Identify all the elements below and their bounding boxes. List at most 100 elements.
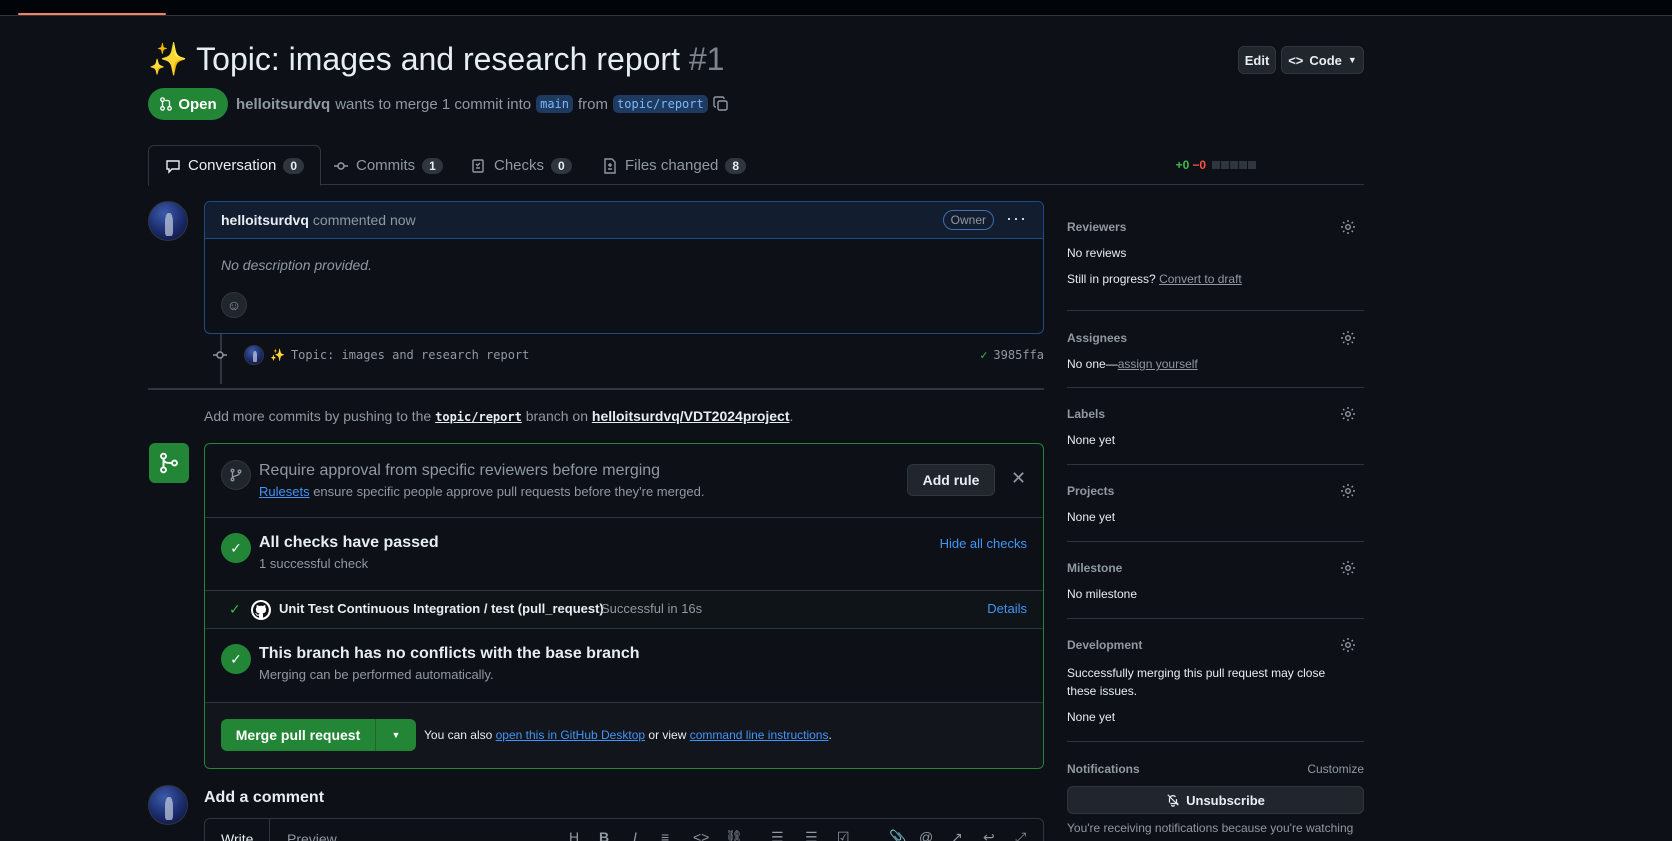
commit-icon: [213, 351, 227, 359]
head-branch[interactable]: topic/report: [613, 95, 708, 113]
smiley-icon[interactable]: ☺: [221, 292, 247, 318]
base-branch[interactable]: main: [536, 95, 574, 113]
kebab-menu-icon[interactable]: ···: [1006, 208, 1027, 229]
add-rule-button[interactable]: Add rule: [907, 464, 995, 496]
merge-alternatives: You can also open this in GitHub Desktop…: [424, 728, 832, 742]
gear-icon[interactable]: [1340, 330, 1356, 346]
pull-request-icon: [160, 97, 173, 111]
checklist-icon: [472, 158, 484, 173]
check-run-row: ✓ Unit Test Continuous Integration / tes…: [205, 591, 1043, 629]
notification-reason: You're receiving notifications because y…: [1067, 821, 1354, 835]
tab-conversation[interactable]: Conversation 0: [148, 145, 322, 186]
comment-editor: Write Preview H B I ≡ <> ⛓ ☰ ☰ ☑ 📎 @ ↗ ↩…: [204, 818, 1044, 841]
file-diff-icon: [604, 157, 616, 174]
sidebar-labels: Labels None yet: [1067, 397, 1364, 465]
github-logo-icon: [251, 600, 271, 620]
comment-header: helloitsurdvq commented now Owner ···: [205, 202, 1043, 239]
edit-button[interactable]: Edit: [1238, 46, 1276, 74]
bold-icon[interactable]: B: [599, 829, 609, 841]
commit-sha[interactable]: 3985ffa: [993, 348, 1044, 362]
checks-section: ✓ All checks have passed 1 successful ch…: [205, 518, 1043, 591]
diff-blocks: [1212, 161, 1256, 169]
tab-preview[interactable]: Preview: [271, 819, 353, 841]
assign-yourself-link[interactable]: assign yourself: [1118, 357, 1198, 371]
active-nav-indicator: [18, 13, 166, 15]
commit-avatar[interactable]: [244, 345, 264, 365]
github-desktop-link[interactable]: open this in GitHub Desktop: [496, 728, 645, 742]
task-list-icon[interactable]: ☑: [837, 829, 850, 841]
check-icon[interactable]: ✓: [980, 348, 987, 362]
unordered-list-icon[interactable]: ☰: [805, 829, 818, 841]
heading-icon[interactable]: H: [569, 829, 579, 841]
tab-write[interactable]: Write: [205, 819, 271, 841]
code-icon[interactable]: <>: [693, 829, 709, 841]
italic-icon[interactable]: I: [633, 829, 637, 841]
sparkles-emoji: ✨: [148, 41, 188, 77]
code-icon: <>: [1288, 52, 1304, 68]
mention-icon[interactable]: @: [919, 829, 933, 841]
sidebar-milestone: Milestone No milestone: [1067, 551, 1364, 619]
details-link[interactable]: Details: [987, 601, 1027, 616]
comment-time[interactable]: commented now: [313, 212, 416, 228]
page-title: ✨ Topic: images and research report #1: [148, 40, 724, 78]
conflicts-section: ✓ This branch has no conflicts with the …: [205, 629, 1043, 703]
comment-icon: [166, 159, 180, 174]
add-comment-heading: Add a comment: [204, 789, 325, 806]
sidebar-development: Development Successfully merging this pu…: [1067, 628, 1364, 742]
sidebar-notifications: Notifications Customize: [1067, 762, 1364, 776]
merge-options-chevron-icon[interactable]: ▼: [376, 719, 416, 751]
branch-link[interactable]: topic/report: [435, 410, 522, 424]
gear-icon[interactable]: [1340, 406, 1356, 422]
check-run-name: Unit Test Continuous Integration / test …: [279, 601, 604, 616]
tab-files-changed[interactable]: Files changed 8: [586, 145, 762, 186]
gear-icon[interactable]: [1340, 637, 1356, 653]
merge-action-section: Merge pull request ▼ You can also open t…: [205, 703, 1043, 768]
ordered-list-icon[interactable]: ☰: [771, 829, 784, 841]
add-more-commits-hint: Add more commits by pushing to the topic…: [204, 408, 794, 424]
avatar[interactable]: [148, 785, 188, 825]
chevron-down-icon: ▼: [1347, 55, 1357, 65]
comment-body: No description provided.: [221, 257, 372, 273]
copy-icon[interactable]: [713, 96, 729, 112]
commit-row: ✨ Topic: images and research report ✓ 39…: [212, 345, 1044, 365]
timeline-divider: [148, 388, 1044, 390]
owner-badge: Owner: [942, 210, 994, 230]
comment-author[interactable]: helloitsurdvq: [221, 212, 309, 228]
convert-to-draft-link[interactable]: Convert to draft: [1159, 272, 1242, 286]
attach-icon[interactable]: 📎: [889, 829, 906, 841]
sidebar-projects: Projects None yet: [1067, 474, 1364, 542]
code-button[interactable]: <> Code ▼: [1281, 46, 1364, 74]
reply-icon[interactable]: ↩: [983, 829, 995, 841]
commit-icon: [334, 161, 348, 170]
author-link[interactable]: helloitsurdvq: [236, 96, 330, 113]
pr-title: Topic: images and research report: [196, 41, 680, 77]
sidebar-reviewers: Reviewers No reviews Still in progress? …: [1067, 210, 1364, 311]
hide-checks-link[interactable]: Hide all checks: [940, 536, 1027, 551]
gear-icon[interactable]: [1340, 560, 1356, 576]
reference-icon[interactable]: ↗: [951, 829, 963, 841]
check-circle-icon: ✓: [221, 533, 251, 563]
link-icon[interactable]: ⛓: [725, 829, 743, 841]
status-badge: Open: [148, 88, 228, 120]
cli-instructions-link[interactable]: command line instructions: [690, 728, 829, 742]
merge-button-group: Merge pull request ▼: [221, 719, 416, 751]
bell-slash-icon: [1167, 794, 1179, 807]
merge-pull-request-button[interactable]: Merge pull request: [221, 719, 376, 751]
merge-box: Require approval from specific reviewers…: [204, 443, 1044, 769]
gear-icon[interactable]: [1340, 219, 1356, 235]
tab-checks[interactable]: Checks 0: [455, 145, 588, 186]
avatar[interactable]: [148, 201, 188, 241]
quote-icon[interactable]: ≡: [661, 829, 669, 841]
commit-message[interactable]: Topic: images and research report: [291, 348, 529, 362]
customize-link[interactable]: Customize: [1307, 762, 1364, 776]
check-run-status: Successful in 16s: [601, 601, 703, 616]
unsubscribe-button[interactable]: Unsubscribe: [1067, 786, 1364, 814]
tab-commits[interactable]: Commits 1: [317, 145, 459, 186]
rulesets-link[interactable]: Rulesets: [259, 484, 310, 499]
fullscreen-icon[interactable]: ⤢: [1015, 829, 1026, 841]
diff-stat: +0 −0: [1176, 158, 1256, 172]
check-icon: ✓: [229, 601, 241, 617]
repo-link[interactable]: helloitsurdvq/VDT2024project: [592, 408, 790, 424]
gear-icon[interactable]: [1340, 483, 1356, 499]
close-icon[interactable]: ✕: [1011, 468, 1026, 489]
